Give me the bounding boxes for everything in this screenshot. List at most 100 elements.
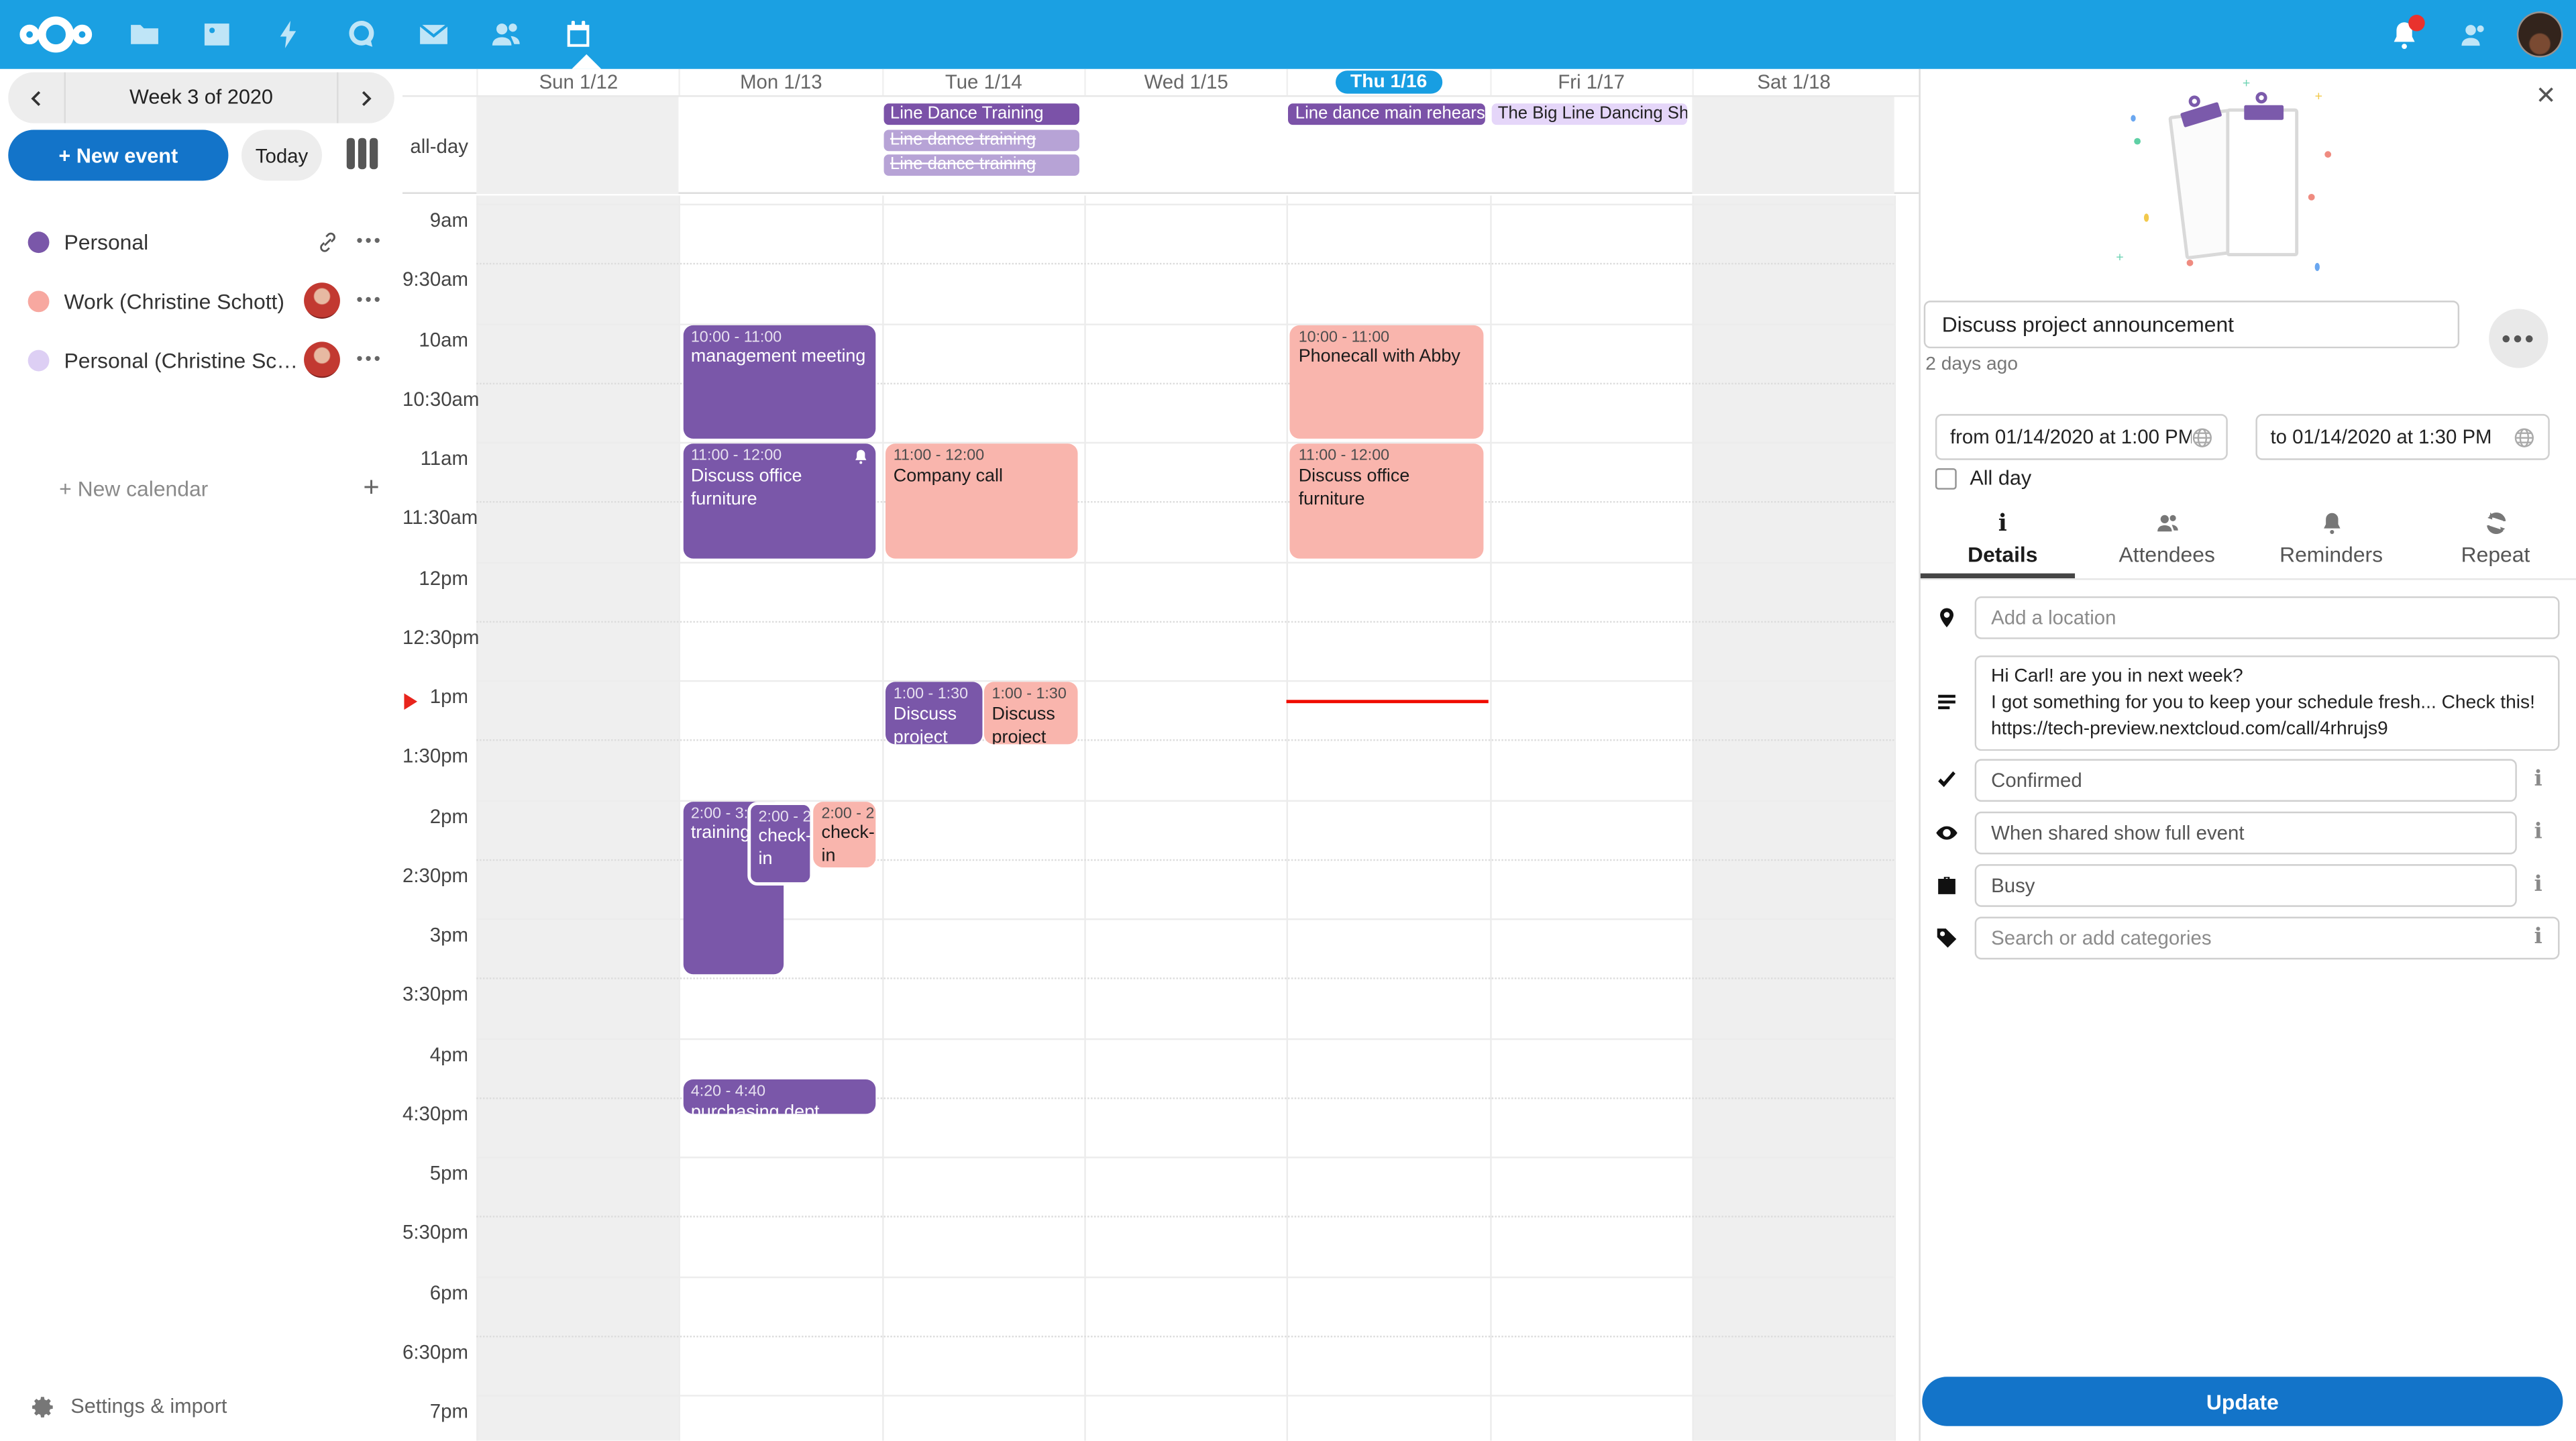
all-day-column[interactable]: Line dance main rehearsal: [1287, 97, 1489, 193]
categories-input[interactable]: [1975, 917, 2560, 960]
all-day-event[interactable]: Line dance training: [883, 154, 1080, 176]
activity-icon[interactable]: [253, 0, 325, 69]
day-header-mon[interactable]: Mon 1/13: [679, 69, 881, 95]
user-avatar[interactable]: [2517, 11, 2563, 58]
last-modified-text: 2 days ago: [1925, 355, 2018, 374]
today-button[interactable]: Today: [241, 129, 322, 180]
event-check-in[interactable]: 2:00 - 2:30check-in: [813, 801, 875, 867]
visibility-value: When shared show full event: [1991, 821, 2244, 844]
event-management-meeting[interactable]: 10:00 - 11:00management meeting: [683, 325, 875, 439]
end-datetime-field[interactable]: to 01/14/2020 at 1:30 PM: [2255, 414, 2549, 460]
day-header-tue[interactable]: Tue 1/14: [881, 69, 1084, 95]
day-column[interactable]: 10:00 - 11:00management meeting11:00 - 1…: [679, 195, 881, 1440]
busy-select[interactable]: Busy: [1975, 864, 2517, 907]
settings-import-button[interactable]: Settings & import: [0, 1385, 402, 1428]
time-label: 12:30pm: [402, 625, 468, 648]
new-event-button[interactable]: + New event: [8, 129, 228, 180]
time-label: 6pm: [402, 1281, 468, 1303]
event-purchasing-dept[interactable]: 4:20 - 4:40purchasing dept: [683, 1079, 875, 1114]
status-info-icon[interactable]: i: [2527, 767, 2550, 792]
all-day-column[interactable]: [679, 97, 881, 193]
notifications-bell-icon[interactable]: [2379, 10, 2428, 59]
event-phonecall-with-abby[interactable]: 10:00 - 11:00Phonecall with Abby: [1290, 325, 1483, 439]
mail-icon[interactable]: [398, 0, 470, 69]
visibility-select[interactable]: When shared show full event: [1975, 812, 2517, 855]
tab-details[interactable]: i Details: [1921, 499, 2085, 578]
calendar-item-work-christine[interactable]: Work (Christine Schott) •••: [0, 271, 402, 330]
next-week-button[interactable]: [338, 72, 394, 123]
event-company-call[interactable]: 11:00 - 12:00Company call: [885, 443, 1078, 557]
calendar-item-personal[interactable]: Personal •••: [0, 212, 402, 271]
all-day-column[interactable]: [476, 97, 679, 193]
tab-repeat[interactable]: Repeat: [2414, 499, 2576, 578]
all-day-event[interactable]: Line dance training: [883, 129, 1080, 150]
event-check-in[interactable]: 2:00 - 2:45check-in: [747, 801, 813, 886]
categories-info-icon[interactable]: i: [2527, 925, 2550, 950]
event-time: 2:00 - 2:30: [821, 804, 867, 824]
all-day-column[interactable]: [1692, 97, 1894, 193]
contacts-menu-icon[interactable]: [2448, 10, 2497, 59]
share-link-icon[interactable]: [315, 229, 340, 254]
view-switcher-icon[interactable]: [347, 138, 378, 170]
checkbox-box[interactable]: [1935, 468, 1957, 489]
close-icon[interactable]: ✕: [2536, 84, 2557, 109]
files-icon[interactable]: [109, 0, 181, 69]
event-discuss-office-furniture[interactable]: 11:00 - 12:00Discuss office furniture: [683, 443, 875, 557]
event-discuss-project-announcement[interactable]: 1:00 - 1:30Discuss project announcement: [885, 682, 982, 744]
tab-reminders[interactable]: Reminders: [2249, 499, 2414, 578]
start-datetime-field[interactable]: from 01/14/2020 at 1:00 PM: [1935, 414, 2228, 460]
event-time: 2:00 - 2:45: [759, 808, 802, 827]
all-day-column[interactable]: The Big Line Dancing Show: [1489, 97, 1692, 193]
day-column[interactable]: 10:00 - 11:00Phonecall with Abby11:00 - …: [1287, 195, 1489, 1440]
event-title: Discuss office furniture: [691, 466, 867, 511]
all-day-column[interactable]: Line Dance Training Line dance training Li…: [881, 97, 1084, 193]
calendar-menu-icon[interactable]: •••: [356, 350, 382, 370]
timezone-globe-icon[interactable]: [2192, 427, 2213, 448]
busy-info-icon[interactable]: i: [2527, 872, 2550, 897]
visibility-info-icon[interactable]: i: [2527, 820, 2550, 845]
all-day-checkbox[interactable]: All day: [1935, 467, 2031, 490]
time-label: 11:30am: [402, 506, 468, 529]
nextcloud-logo[interactable]: [19, 15, 92, 54]
event-title-input[interactable]: [1924, 301, 2459, 348]
all-day-column[interactable]: [1084, 97, 1287, 193]
today-pill: Thu 1/16: [1336, 70, 1442, 93]
busy-value: Busy: [1991, 874, 2035, 897]
day-header-wed[interactable]: Wed 1/15: [1084, 69, 1287, 95]
time-label: 9:30am: [402, 268, 468, 291]
location-input[interactable]: [1975, 596, 2560, 639]
notification-badge: [2408, 15, 2424, 31]
previous-week-button[interactable]: [8, 72, 64, 123]
event-discuss-project[interactable]: 1:00 - 1:30Discuss project: [983, 682, 1078, 744]
time-label: 5pm: [402, 1161, 468, 1184]
tab-divider: [1921, 578, 2576, 580]
timezone-globe-icon[interactable]: [2514, 427, 2535, 448]
photos-icon[interactable]: [180, 0, 253, 69]
day-header-sun[interactable]: Sun 1/12: [476, 69, 679, 95]
end-datetime-value: to 01/14/2020 at 1:30 PM: [2270, 425, 2513, 448]
location-pin-icon: [1935, 606, 1958, 629]
day-header-thu[interactable]: Thu 1/16: [1287, 69, 1489, 95]
more-actions-button[interactable]: ●●●: [2489, 309, 2548, 368]
calendar-menu-icon[interactable]: •••: [356, 290, 382, 310]
week-label[interactable]: Week 3 of 2020: [64, 72, 339, 123]
navbar-right: [2379, 0, 2563, 69]
new-calendar-button[interactable]: + New calendar +: [0, 458, 402, 517]
tab-attendees[interactable]: Attendees: [2085, 499, 2249, 578]
all-day-event[interactable]: The Big Line Dancing Show: [1491, 103, 1688, 125]
start-datetime-value: from 01/14/2020 at 1:00 PM: [1950, 425, 2192, 448]
contacts-icon[interactable]: [470, 0, 542, 69]
talk-icon[interactable]: [325, 0, 398, 69]
calendar-item-personal-christine[interactable]: Personal (Christine Scho... •••: [0, 330, 402, 389]
all-day-event[interactable]: Line dance main rehearsal: [1289, 103, 1485, 125]
all-day-event[interactable]: Line Dance Training: [883, 103, 1080, 125]
time-label: 10:30am: [402, 387, 468, 410]
day-header-sat[interactable]: Sat 1/18: [1692, 69, 1894, 95]
day-header-fri[interactable]: Fri 1/17: [1489, 69, 1692, 95]
event-discuss-office-furniture[interactable]: 11:00 - 12:00Discuss office furniture: [1290, 443, 1483, 557]
calendar-menu-icon[interactable]: •••: [356, 231, 382, 251]
description-textarea[interactable]: Hi Carl! are you in next week? I got som…: [1975, 655, 2560, 751]
update-button[interactable]: Update: [1922, 1377, 2563, 1426]
status-select[interactable]: Confirmed: [1975, 759, 2517, 802]
hour-gridline: [476, 1038, 1894, 1039]
